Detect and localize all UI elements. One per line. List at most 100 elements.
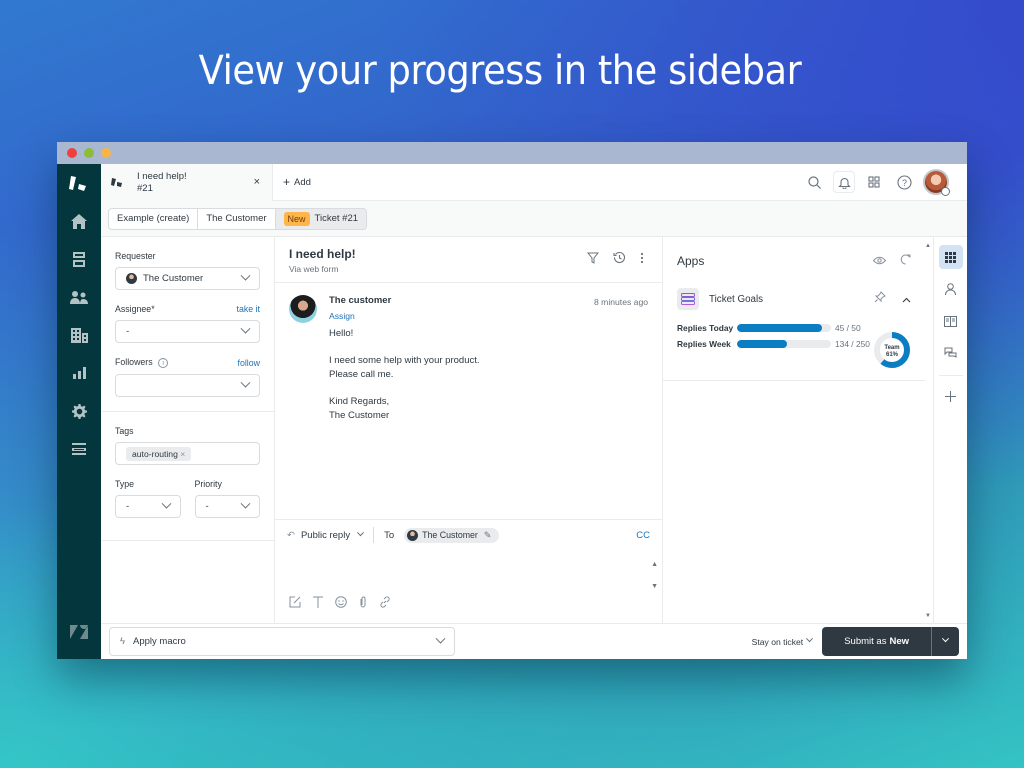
- zendesk-z-logo-icon: [57, 613, 101, 651]
- ticket-goals-app: Ticket Goals Replies Today 45 / 50 Replies…: [663, 285, 925, 381]
- maximize-window-button[interactable]: [101, 148, 111, 158]
- reply-composer: ↶ Public reply To The Customer ✎ CC ▲ ▼: [275, 519, 662, 623]
- eye-icon[interactable]: [872, 254, 887, 268]
- follow-link[interactable]: follow: [238, 358, 261, 368]
- tag-chip[interactable]: auto-routing ×: [126, 446, 192, 461]
- message-time: 8 minutes ago: [594, 297, 648, 307]
- refresh-icon[interactable]: [900, 254, 911, 268]
- team-label: Team: [884, 345, 899, 351]
- chevron-down-icon[interactable]: [357, 528, 365, 536]
- breadcrumb-organization[interactable]: Example (create): [109, 208, 199, 229]
- chevron-down-icon: [240, 323, 251, 334]
- take-it-link[interactable]: take it: [237, 304, 260, 314]
- attachment-icon[interactable]: [359, 595, 367, 613]
- followers-select[interactable]: [115, 374, 260, 397]
- requester-select[interactable]: The Customer: [115, 267, 260, 290]
- apply-macro-select[interactable]: ϟ Apply macro: [109, 627, 455, 656]
- notifications-bell-icon[interactable]: [833, 171, 855, 193]
- link-icon[interactable]: [379, 595, 391, 613]
- tags-input[interactable]: auto-routing ×: [115, 442, 260, 465]
- emoji-icon[interactable]: [335, 595, 347, 613]
- status-badge: New: [283, 211, 310, 226]
- customer-context-icon[interactable]: [939, 277, 963, 301]
- composer-scrollbar[interactable]: ▲ ▼: [651, 554, 658, 598]
- ticket-tab-icon: [111, 174, 123, 192]
- ticket-tab[interactable]: I need help! #21 ×: [101, 164, 273, 201]
- cc-button[interactable]: CC: [636, 530, 650, 541]
- followers-label: Followers: [115, 357, 153, 367]
- composer-toolbar: [289, 595, 391, 613]
- zendesk-logo-icon[interactable]: [57, 164, 101, 202]
- minimize-window-button[interactable]: [84, 148, 94, 158]
- remove-tag-icon[interactable]: ×: [180, 449, 185, 459]
- reporting-icon[interactable]: [57, 354, 101, 392]
- add-app-plus-icon[interactable]: [939, 384, 963, 408]
- chevron-down-icon: [240, 377, 251, 388]
- user-avatar[interactable]: [923, 169, 950, 196]
- breadcrumb-bar: Example (create) The Customer New Ticket …: [101, 201, 967, 237]
- type-select[interactable]: -: [115, 495, 181, 518]
- admin-gear-icon[interactable]: [57, 392, 101, 430]
- views-icon[interactable]: [57, 240, 101, 278]
- priority-label: Priority: [194, 479, 222, 489]
- pin-icon[interactable]: [874, 290, 886, 308]
- recipient-chip[interactable]: The Customer ✎: [404, 527, 500, 543]
- reply-arrow-icon: ↶: [287, 529, 295, 541]
- divider: [101, 540, 274, 541]
- chevron-down-icon: [941, 635, 950, 643]
- goal-label: Replies Today: [677, 323, 734, 333]
- breadcrumb-ticket[interactable]: New Ticket #21: [275, 208, 367, 229]
- assignee-label: Assignee*: [115, 304, 155, 314]
- more-options-icon[interactable]: [640, 251, 644, 269]
- compose-icon[interactable]: [289, 595, 301, 613]
- tags-label: Tags: [115, 426, 134, 436]
- chevron-down-icon: [161, 498, 171, 509]
- message: 8 minutes ago The customer Assign Hello!…: [275, 283, 662, 434]
- headline: View your progress in the sidebar: [198, 48, 802, 94]
- divider: [101, 411, 274, 412]
- product-tray-icon[interactable]: [863, 171, 885, 193]
- apps-panel-icon[interactable]: [57, 430, 101, 468]
- submit-button-group: Submit as New: [822, 627, 959, 656]
- submit-button[interactable]: Submit as New: [822, 627, 931, 656]
- apps-scrollbar[interactable]: ▲ ▼: [925, 237, 933, 623]
- add-tab-button[interactable]: + Add: [273, 164, 311, 200]
- team-progress-donut: Team 61%: [874, 332, 910, 368]
- organizations-icon[interactable]: [57, 316, 101, 354]
- close-tab-icon[interactable]: ×: [254, 176, 260, 188]
- text-format-icon[interactable]: [313, 595, 323, 613]
- apps-title: Apps: [677, 254, 705, 268]
- priority-select[interactable]: -: [194, 495, 260, 518]
- assign-link[interactable]: Assign: [329, 311, 648, 321]
- requester-avatar: [126, 272, 137, 284]
- goal-progress-bar: [737, 340, 831, 348]
- reply-mode-select[interactable]: Public reply: [301, 530, 350, 541]
- conversations-icon[interactable]: [939, 341, 963, 365]
- lightning-icon: ϟ: [120, 636, 126, 647]
- collapse-chevron-up-icon[interactable]: [902, 290, 911, 308]
- footer-bar: ϟ Apply macro Stay on ticket Submit as New: [101, 623, 967, 659]
- apps-grid-icon[interactable]: [938, 245, 963, 269]
- home-icon[interactable]: [57, 202, 101, 240]
- filter-icon[interactable]: [586, 251, 600, 269]
- assignee-select[interactable]: -: [115, 320, 260, 343]
- help-icon[interactable]: ?: [893, 171, 915, 193]
- info-icon[interactable]: i: [158, 358, 169, 368]
- svg-text:?: ?: [901, 178, 906, 188]
- chevron-down-icon: [806, 635, 814, 643]
- customer-avatar: [289, 295, 317, 323]
- to-label: To: [384, 529, 395, 541]
- search-icon[interactable]: [803, 171, 825, 193]
- stay-on-ticket-select[interactable]: Stay on ticket: [752, 635, 814, 647]
- knowledge-book-icon[interactable]: [939, 309, 963, 333]
- close-window-button[interactable]: [67, 148, 77, 158]
- breadcrumb-requester[interactable]: The Customer: [198, 208, 276, 229]
- conversation-pane: I need help! Via web form 8 minutes ago …: [275, 237, 663, 623]
- team-percent: 61%: [886, 352, 899, 358]
- edit-pencil-icon[interactable]: ✎: [484, 530, 491, 541]
- submit-options-dropdown[interactable]: [931, 627, 959, 656]
- ticket-goals-icon: [677, 288, 699, 310]
- history-icon[interactable]: [613, 251, 626, 269]
- chevron-down-icon: [240, 498, 251, 509]
- customers-icon[interactable]: [57, 278, 101, 316]
